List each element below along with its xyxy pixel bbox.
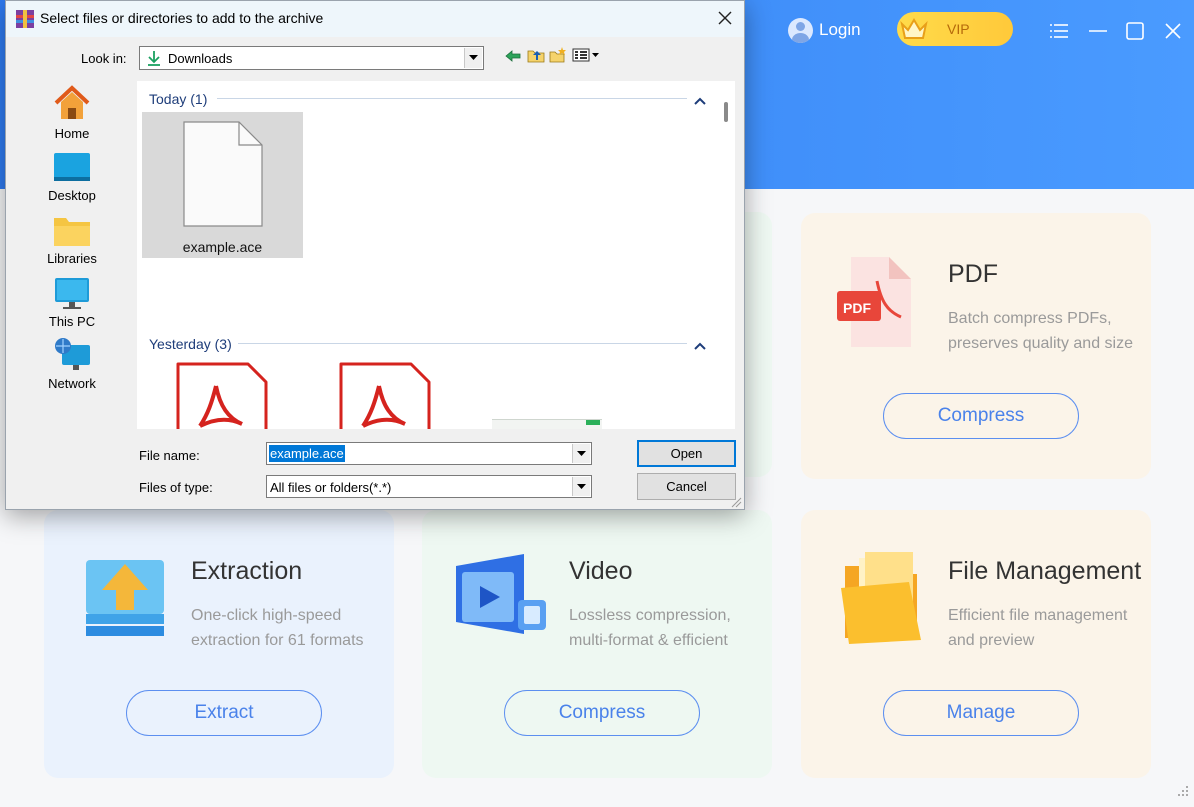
pdf-card: PDF PDF Batch compress PDFs, preserves q… — [801, 213, 1151, 479]
pdf-file-icon[interactable] — [176, 362, 268, 429]
file-management-card: File Management Efficient file managemen… — [801, 510, 1151, 778]
video-compress-button[interactable]: Compress — [504, 690, 700, 736]
desktop-icon — [54, 153, 90, 181]
files-of-type-value: All files or folders(*.*) — [270, 480, 392, 495]
minimize-icon[interactable] — [1085, 18, 1111, 44]
places-this-pc[interactable]: This PC — [40, 277, 104, 329]
dialog-resize-grip-icon[interactable] — [730, 495, 742, 513]
up-folder-icon[interactable] — [527, 47, 545, 68]
look-in-select[interactable]: Downloads — [139, 46, 484, 70]
extract-upload-icon — [82, 556, 168, 647]
back-arrow-icon[interactable] — [505, 49, 521, 68]
places-this-pc-label: This PC — [48, 314, 96, 329]
login-label: Login — [819, 20, 861, 39]
scrollbar-thumb[interactable] — [724, 102, 728, 122]
places-network[interactable]: Network — [40, 337, 104, 391]
video-card-desc-line1: Lossless compression, — [569, 607, 731, 624]
group-header-yesterday: Yesterday (3) — [149, 336, 232, 352]
login-button[interactable]: Login — [788, 16, 861, 44]
extraction-card-title: Extraction — [191, 557, 303, 585]
extraction-card: Extraction One-click high-speed extracti… — [44, 510, 394, 778]
places-home-label: Home — [54, 126, 90, 141]
dialog-close-icon[interactable] — [712, 7, 738, 29]
places-desktop[interactable]: Desktop — [40, 151, 104, 203]
user-avatar-icon — [788, 17, 813, 43]
new-folder-icon[interactable] — [549, 47, 567, 68]
places-network-label: Network — [48, 376, 96, 391]
file-item[interactable]: example.ace — [142, 112, 303, 258]
this-pc-icon — [55, 278, 89, 309]
generic-file-icon — [183, 121, 263, 227]
file-management-card-title: File Management — [948, 557, 1142, 585]
file-item-name: example.ace — [182, 239, 263, 255]
extraction-card-desc-line2: extraction for 61 formats — [191, 632, 364, 649]
video-card-desc-line2: multi-format & efficient — [569, 632, 728, 649]
pdf-card-desc-line1: Batch compress PDFs, — [948, 310, 1112, 327]
file-list[interactable]: Today (1) example.ace Yesterday (3) — [137, 81, 717, 429]
pdf-card-desc-line2: preserves quality and size — [948, 335, 1133, 352]
files-of-type-label: Files of type: — [139, 480, 213, 495]
extraction-card-desc-line1: One-click high-speed — [191, 607, 342, 624]
places-libraries-label: Libraries — [47, 251, 97, 266]
libraries-folder-icon — [54, 218, 90, 246]
open-button[interactable]: Open — [637, 440, 736, 467]
home-icon — [54, 85, 90, 119]
menu-icon[interactable] — [1048, 18, 1074, 44]
video-play-icon — [452, 550, 552, 651]
video-card-title: Video — [569, 557, 633, 585]
extract-button[interactable]: Extract — [126, 690, 322, 736]
manage-button[interactable]: Manage — [883, 690, 1079, 736]
maximize-icon[interactable] — [1122, 18, 1148, 44]
vip-label: VIP — [947, 21, 970, 37]
collapse-today-icon[interactable] — [694, 92, 706, 110]
pdf-file-icon[interactable] — [339, 362, 431, 429]
group-divider — [238, 343, 687, 344]
pdf-compress-button[interactable]: Compress — [883, 393, 1079, 439]
dialog-titlebar: Select files or directories to add to th… — [6, 1, 744, 37]
file-name-input[interactable]: example.ace — [266, 442, 592, 465]
file-management-card-desc-line2: and preview — [948, 632, 1035, 649]
look-in-dropdown-icon — [464, 48, 482, 68]
collapse-yesterday-icon[interactable] — [694, 337, 706, 355]
file-list-scrollbar[interactable] — [717, 81, 735, 429]
winrar-app-icon — [15, 9, 35, 34]
svg-text:PDF: PDF — [843, 300, 871, 316]
cancel-button[interactable]: Cancel — [637, 473, 736, 500]
files-of-type-dropdown-icon — [572, 477, 590, 496]
download-arrow-icon — [147, 50, 161, 69]
folder-icon — [839, 548, 923, 653]
view-menu-icon[interactable] — [572, 48, 600, 67]
places-libraries[interactable]: Libraries — [40, 214, 104, 266]
file-thumbnail[interactable] — [492, 419, 602, 429]
file-name-dropdown-icon[interactable] — [572, 444, 590, 463]
places-desktop-label: Desktop — [48, 188, 96, 203]
file-management-card-desc-line1: Efficient file management — [948, 607, 1128, 624]
look-in-label: Look in: — [81, 51, 127, 66]
group-header-today: Today (1) — [149, 91, 208, 107]
dialog-title: Select files or directories to add to th… — [40, 10, 324, 26]
pdf-card-title: PDF — [948, 260, 998, 288]
crown-icon — [897, 12, 931, 46]
look-in-value: Downloads — [168, 51, 233, 66]
file-dialog: Select files or directories to add to th… — [5, 0, 745, 510]
network-icon — [55, 338, 90, 370]
vip-button[interactable]: VIP — [897, 12, 1013, 46]
group-divider — [217, 98, 687, 99]
file-name-label: File name: — [139, 448, 200, 463]
file-name-value: example.ace — [269, 445, 345, 462]
pdf-file-icon: PDF — [837, 251, 913, 356]
resize-grip-icon[interactable] — [1172, 784, 1190, 807]
places-home[interactable]: Home — [40, 83, 104, 141]
close-app-icon[interactable] — [1160, 18, 1186, 44]
video-card: Video Lossless compression, multi-format… — [422, 510, 772, 778]
files-of-type-select[interactable]: All files or folders(*.*) — [266, 475, 592, 498]
